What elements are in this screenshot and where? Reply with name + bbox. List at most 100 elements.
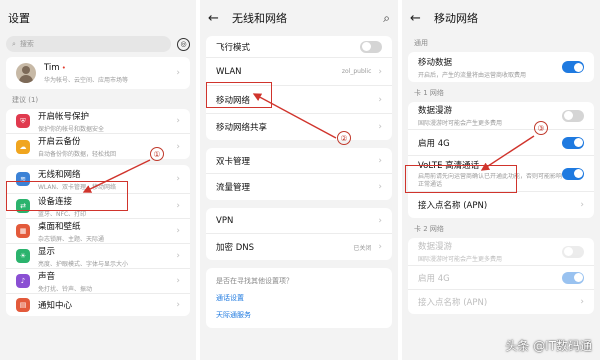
list-item-airplane-mode[interactable]: 飞行模式 xyxy=(206,36,392,58)
list-item-sim2-apn: 接入点名称 (APN) › xyxy=(408,290,594,314)
quick-entry-icon[interactable]: ◎ xyxy=(177,37,190,51)
item-label: 数据漫游 xyxy=(418,106,453,116)
volte-toggle[interactable] xyxy=(562,167,584,180)
item-sub: 蓝牙、NFC、打印 xyxy=(38,210,87,218)
list-item-wallpaper[interactable]: ▦ 桌面和壁纸 杂志锁屏、主题、天际通 › xyxy=(6,219,190,244)
mobile-network-screen: ← 移动网络 通用 移动数据 开启后，产生的流量将由运营商收取费用 卡 1 网络… xyxy=(402,0,600,360)
settings-list: ≋ 无线和网络 WLAN、双卡管理、移动网络 › ⇄ 设备连接 蓝牙、NFC、打… xyxy=(6,165,190,316)
item-label: 移动网络共享 xyxy=(216,123,268,133)
top-bar: ← 移动网络 xyxy=(402,0,600,36)
sim2-4g-toggle xyxy=(562,271,584,284)
back-arrow-icon[interactable]: ← xyxy=(410,11,426,26)
mobile-data-toggle[interactable] xyxy=(562,61,584,73)
item-sub: 启用前请先向运营商确认已开通此功能，否则可能影响正常通话 xyxy=(418,172,562,188)
item-sub: 杂志锁屏、主题、天际通 xyxy=(38,235,105,243)
chevron-right-icon: › xyxy=(378,182,382,192)
sound-icon: ♪ xyxy=(16,274,30,288)
account-name: Tim xyxy=(44,62,60,73)
section-general: 通用 xyxy=(414,39,428,47)
link-call-settings[interactable]: 通话设置 xyxy=(216,293,382,303)
item-label: 接入点名称 (APN) xyxy=(418,201,488,211)
section-sim1: 卡 1 网络 xyxy=(414,89,444,97)
item-label: 启用 4G xyxy=(418,138,450,149)
chevron-right-icon: › xyxy=(580,297,584,307)
wlan-value: zol_public xyxy=(341,68,372,75)
sim1-card: 数据漫游 国际漫游时可能会产生更多费用 启用 4G VoLTE 高清通话 启用前… xyxy=(408,102,594,218)
list-item-mobile-network[interactable]: 移动网络 › xyxy=(206,86,392,114)
list-item-mobile-data[interactable]: 移动数据 开启后，产生的流量将由运营商收取费用 xyxy=(408,52,594,82)
item-label: WLAN xyxy=(216,66,242,77)
chevron-right-icon: › xyxy=(176,276,180,286)
network-list-2: 双卡管理 › 流量管理 › xyxy=(206,148,392,200)
chevron-right-icon: › xyxy=(176,68,180,78)
settings-screen: 设置 ⌕ 搜索 ◎ Tim • 华为帐号、云空间、应用市场等 › 建议 (1) … xyxy=(0,0,196,360)
callout-2: ② xyxy=(337,131,351,145)
list-item-volte[interactable]: VoLTE 高清通话 启用前请先向运营商确认已开通此功能，否则可能影响正常通话 xyxy=(408,156,594,192)
list-item-dual-sim[interactable]: 双卡管理 › xyxy=(206,148,392,174)
wireless-network-screen: ← 无线和网络 ⌕ 飞行模式 WLAN zol_public › 移动网络 › … xyxy=(200,0,398,360)
item-label: VoLTE 高清通话 xyxy=(418,160,480,171)
sim2-roaming-toggle xyxy=(562,245,584,258)
item-label: 开启云备份 xyxy=(38,137,81,147)
list-item-sound[interactable]: ♪ 声音 免打扰、铃声、振动 › xyxy=(6,269,190,294)
search-input[interactable]: ⌕ 搜索 xyxy=(6,36,171,52)
chevron-right-icon: › xyxy=(176,116,180,126)
chevron-right-icon: › xyxy=(378,155,382,166)
item-label: 开启帐号保护 xyxy=(38,111,90,122)
more-settings-card: 是否在寻找其他设置项？ 通话设置 天际通服务 xyxy=(206,268,392,328)
list-item-apn[interactable]: 接入点名称 (APN) › xyxy=(408,192,594,218)
item-label: 启用 4G xyxy=(418,273,450,284)
chevron-right-icon: › xyxy=(378,94,382,105)
section-sim2: 卡 2 网络 xyxy=(414,225,444,233)
list-item-data-usage[interactable]: 流量管理 › xyxy=(206,174,392,200)
list-item-display[interactable]: ☀ 显示 亮度、护眼模式、字体与显示大小 › xyxy=(6,244,190,269)
item-label: VPN xyxy=(216,215,234,226)
account-row[interactable]: Tim • 华为帐号、云空间、应用市场等 › xyxy=(6,57,190,89)
callout-1: ① xyxy=(150,147,164,161)
network-list-1: 飞行模式 WLAN zol_public › 移动网络 › 移动网络共享 › xyxy=(206,36,392,140)
wallpaper-icon: ▦ xyxy=(16,224,30,238)
chevron-right-icon: › xyxy=(176,251,180,261)
search-placeholder: 搜索 xyxy=(19,40,34,48)
list-item-wireless[interactable]: ≋ 无线和网络 WLAN、双卡管理、移动网络 › xyxy=(6,165,190,194)
list-item-roaming[interactable]: 数据漫游 国际漫游时可能会产生更多费用 xyxy=(408,102,594,130)
cloud-backup-icon: ☁ xyxy=(16,139,30,154)
airplane-mode-toggle[interactable] xyxy=(360,40,382,53)
suggest-header: 建议 (1) xyxy=(12,96,39,104)
link-skytone[interactable]: 天际通服务 xyxy=(216,310,382,320)
list-item-wlan[interactable]: WLAN zol_public › xyxy=(206,58,392,86)
wifi-icon: ≋ xyxy=(16,172,30,186)
list-item-tethering[interactable]: 移动网络共享 › xyxy=(206,114,392,140)
watermark: 头条 @IT数码通 xyxy=(505,339,592,353)
search-icon[interactable]: ⌕ xyxy=(383,11,390,26)
account-card[interactable]: Tim • 华为帐号、云空间、应用市场等 › xyxy=(6,57,190,89)
item-label: 移动网络 xyxy=(216,95,251,106)
item-sub: 免打扰、铃声、振动 xyxy=(38,285,93,293)
chevron-right-icon: › xyxy=(378,242,382,252)
chevron-right-icon: › xyxy=(176,141,180,152)
dns-value: 已关闭 xyxy=(353,244,372,252)
roaming-toggle[interactable] xyxy=(562,109,584,122)
item-sub: 开启后，产生的流量将由运营商收取费用 xyxy=(418,71,527,79)
page-title: 移动网络 xyxy=(434,12,478,25)
list-item-sim2-roaming: 数据漫游 国际漫游时可能会产生更多费用 xyxy=(408,238,594,266)
list-item-encrypted-dns[interactable]: 加密 DNS 已关闭 › xyxy=(206,234,392,260)
item-label: 无线和网络 xyxy=(38,169,81,180)
item-sub: 亮度、护眼模式、字体与显示大小 xyxy=(38,260,129,268)
item-label: 移动数据 xyxy=(418,57,453,68)
list-item-vpn[interactable]: VPN › xyxy=(206,208,392,234)
item-sub: WLAN、双卡管理、移动网络 xyxy=(38,183,117,191)
list-item-device-connect[interactable]: ⇄ 设备连接 蓝牙、NFC、打印 › xyxy=(6,194,190,219)
back-arrow-icon[interactable]: ← xyxy=(208,11,224,26)
list-item-sim2-4g: 启用 4G xyxy=(408,266,594,290)
top-bar: ← 无线和网络 ⌕ xyxy=(200,0,398,36)
list-item-enable-4g[interactable]: 启用 4G xyxy=(408,130,594,156)
network-list-3: VPN › 加密 DNS 已关闭 › xyxy=(206,208,392,260)
item-label: 声音 xyxy=(38,271,56,282)
search-icon: ⌕ xyxy=(12,39,16,48)
list-item-notification[interactable]: ▤ 通知中心 › xyxy=(6,294,190,316)
item-label: 飞行模式 xyxy=(216,42,251,53)
item-label: 流量管理 xyxy=(216,183,251,193)
list-item-account-protect[interactable]: ⛨ 开启帐号保护 保护你的帐号和数据安全 › xyxy=(6,109,190,134)
enable-4g-toggle[interactable] xyxy=(562,136,584,149)
